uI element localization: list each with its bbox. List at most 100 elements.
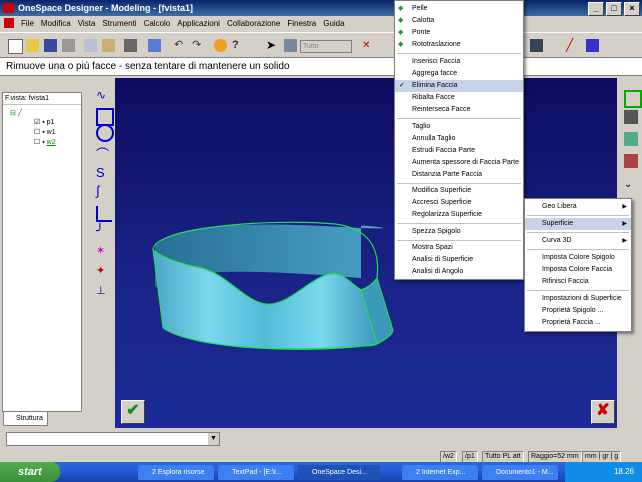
structure-tab[interactable]: Struttura bbox=[3, 412, 48, 426]
menu-guida[interactable]: Guida bbox=[323, 19, 344, 28]
command-input[interactable] bbox=[6, 432, 220, 446]
menu-vista[interactable]: Vista bbox=[78, 19, 96, 28]
tree-root-icon[interactable]: ⊟ ╱ bbox=[10, 109, 22, 118]
menu-item-geo-libera[interactable]: Geo Libera ▶ bbox=[525, 201, 631, 213]
menu-collaborazione[interactable]: Collaborazione bbox=[227, 19, 280, 28]
arc-icon[interactable]: ⌒ bbox=[96, 148, 110, 162]
menu-item-proprieta-faccia[interactable]: Proprietà Faccia ... bbox=[525, 317, 631, 329]
menu-item-reinterseca-facce[interactable]: Reinterseca Facce bbox=[395, 104, 523, 116]
app-icon bbox=[3, 3, 14, 13]
tree-item-w1[interactable]: ☐ ▪ w1 bbox=[34, 128, 56, 137]
task-onespace[interactable]: OneSpace Desi... bbox=[298, 465, 380, 480]
menu-item-distanzia-parte-faccia[interactable]: Distanzia Parte Faccia bbox=[395, 169, 523, 181]
task-internet-explorer[interactable]: 2 Internet Exp... bbox=[402, 465, 478, 480]
submenu-arrow-icon: ▶ bbox=[622, 221, 627, 227]
menu-finestra[interactable]: Finestra bbox=[287, 19, 316, 28]
minimize-button[interactable]: _ bbox=[588, 2, 604, 16]
help-icon[interactable]: ? bbox=[232, 39, 245, 52]
menu-strumenti[interactable]: Strumenti bbox=[102, 19, 136, 28]
menu-item-spezza-spigolo[interactable]: Spezza Spigolo bbox=[395, 226, 523, 238]
menu-item-calotta[interactable]: ◆ Calotta bbox=[395, 15, 523, 27]
menu-item-pelle[interactable]: ◆ Pelle bbox=[395, 3, 523, 15]
menu-item-aumenta-spessore[interactable]: Aumenta spessore di Faccia Parte bbox=[395, 157, 523, 169]
menu-item-ponte[interactable]: ◆ Ponte bbox=[395, 27, 523, 39]
task-esplora-risorse[interactable]: 2 Esplora risorse bbox=[138, 465, 214, 480]
maximize-button[interactable]: □ bbox=[606, 2, 622, 16]
delete-icon[interactable] bbox=[62, 39, 75, 52]
redo-icon[interactable]: ↷ bbox=[192, 39, 205, 52]
menu-item-elimina-faccia[interactable]: ✓ Elimina Faccia bbox=[395, 80, 523, 92]
tree-item-label: p1 bbox=[46, 119, 55, 126]
info-icon[interactable] bbox=[214, 39, 227, 52]
select-icon[interactable] bbox=[624, 90, 642, 108]
spline-icon[interactable]: S bbox=[96, 166, 110, 180]
corner-icon[interactable] bbox=[96, 206, 112, 222]
menu-item-regolarizza-superficie[interactable]: Regolarizza Superficie bbox=[395, 209, 523, 221]
menu-item-rototraslazione[interactable]: ◆ Rototraslazione bbox=[395, 39, 523, 51]
menu-file[interactable]: File bbox=[21, 19, 34, 28]
confirm-button[interactable]: ✔ bbox=[121, 400, 145, 424]
tangent-icon[interactable]: ⊥ bbox=[96, 284, 110, 298]
curve-icon[interactable]: ∫ bbox=[96, 184, 110, 198]
task-textpad[interactable]: TextPad - [E:\t... bbox=[218, 465, 294, 480]
open-icon[interactable] bbox=[26, 39, 39, 52]
copy-icon[interactable] bbox=[84, 39, 97, 52]
menu-item-accresci-superficie[interactable]: Accresci Superficie bbox=[395, 197, 523, 209]
menu-item-rifinisci-faccia[interactable]: Rifinisci Faccia bbox=[525, 276, 631, 288]
menu-item-aggrega-facce[interactable]: Aggrega facce bbox=[395, 68, 523, 80]
clock: 18.26 bbox=[613, 467, 634, 476]
cross-icon[interactable]: ✶ bbox=[96, 244, 110, 258]
tree-icon[interactable] bbox=[148, 39, 161, 52]
menu-applicazioni[interactable]: Applicazioni bbox=[177, 19, 220, 28]
command-dropdown-icon[interactable]: ▼ bbox=[208, 433, 219, 445]
tree-item-w2[interactable]: ☐ ▪ w2 bbox=[34, 138, 56, 147]
menu-item-taglio[interactable]: Taglio bbox=[395, 121, 523, 133]
menu-item-impostazioni-superficie[interactable]: Impostazioni di Superficie bbox=[525, 293, 631, 305]
menu-item-superficie[interactable]: Superficie ▶ bbox=[525, 218, 631, 230]
menu-item-analisi-angolo[interactable]: Analisi di Angolo bbox=[395, 266, 523, 278]
menu-item-annulla-taglio[interactable]: Annulla Taglio bbox=[395, 133, 523, 145]
menu-modifica[interactable]: Modifica bbox=[41, 19, 71, 28]
paste-icon[interactable] bbox=[102, 39, 115, 52]
menu-item-mostra-spazi[interactable]: Mostra Spazi bbox=[395, 242, 523, 254]
menu-item-curva-3d[interactable]: Curva 3D ▶ bbox=[525, 235, 631, 247]
pointer-icon[interactable]: ➤ bbox=[266, 39, 279, 52]
menu-item-imposta-colore-faccia[interactable]: Imposta Colore Faccia bbox=[525, 264, 631, 276]
left-tool-column: ∿ ⌒ S ∫ ╯ ✶ ✦ ⊥ bbox=[92, 78, 114, 428]
cancel-button[interactable]: ✘ bbox=[591, 400, 615, 424]
filter-select[interactable]: Tutto bbox=[300, 40, 352, 53]
undo-icon[interactable]: ↶ bbox=[174, 39, 187, 52]
fillet-icon[interactable]: ╯ bbox=[96, 224, 110, 238]
submenu-arrow-icon: ▶ bbox=[622, 204, 627, 210]
polyline-icon[interactable]: ∿ bbox=[96, 88, 110, 102]
title-bar: OneSpace Designer - Modeling - [fvista1]… bbox=[0, 0, 642, 16]
menu-item-modifica-superficie[interactable]: Modifica Superficie bbox=[395, 185, 523, 197]
render-icon[interactable] bbox=[530, 39, 543, 52]
print-icon[interactable] bbox=[124, 39, 137, 52]
measure-icon[interactable]: ✕ bbox=[362, 39, 375, 52]
menu-item-inserisci-faccia[interactable]: Inserisci Faccia bbox=[395, 56, 523, 68]
task-documento[interactable]: Documento1 - M... bbox=[482, 465, 558, 480]
circle-icon[interactable] bbox=[96, 124, 114, 142]
line-icon[interactable]: ╱ bbox=[566, 39, 579, 52]
surface-submenu: ◆ Pelle ◆ Calotta ◆ Ponte ◆ Rototraslazione … bbox=[394, 0, 524, 280]
start-button[interactable]: start bbox=[0, 462, 60, 482]
menu-item-imposta-colore-spigolo[interactable]: Imposta Colore Spigolo bbox=[525, 252, 631, 264]
tree-item-p1[interactable]: ☑ ▪ p1 bbox=[34, 118, 54, 127]
expand-icon[interactable]: ⌄ bbox=[624, 178, 638, 192]
close-button[interactable]: × bbox=[624, 2, 640, 16]
rotate-icon[interactable] bbox=[624, 132, 638, 146]
main-toolbar: ↶ ↷ ? ➤ Tutto ✕ ╱ bbox=[0, 32, 642, 58]
point-icon[interactable]: ✦ bbox=[96, 264, 110, 278]
selection-icon[interactable] bbox=[284, 39, 297, 52]
save-icon[interactable] bbox=[44, 39, 57, 52]
section-icon[interactable] bbox=[624, 154, 638, 168]
menu-item-analisi-superficie[interactable]: Analisi di Superficie bbox=[395, 254, 523, 266]
menu-item-ribalta-facce[interactable]: Ribalta Facce bbox=[395, 92, 523, 104]
calculator-icon[interactable] bbox=[586, 39, 599, 52]
menu-item-estrudi-faccia-parte[interactable]: Estrudi Faccia Parte bbox=[395, 145, 523, 157]
view-icon[interactable] bbox=[624, 110, 638, 124]
menu-calcolo[interactable]: Calcolo bbox=[144, 19, 171, 28]
menu-item-proprieta-spigolo[interactable]: Proprietà Spigolo ... bbox=[525, 305, 631, 317]
new-icon[interactable] bbox=[8, 39, 23, 54]
